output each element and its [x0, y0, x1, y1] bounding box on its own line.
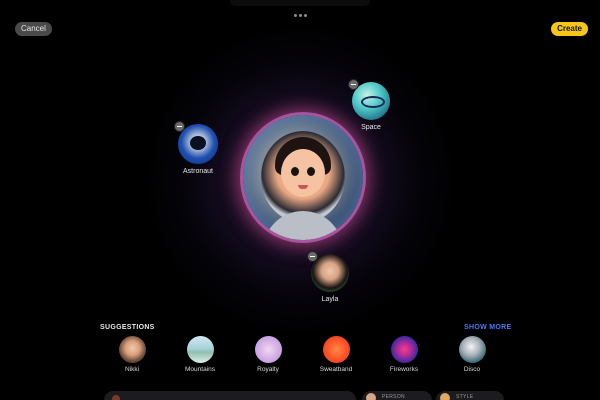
- style-selector[interactable]: STYLE: [436, 391, 504, 400]
- suggestion-fireworks[interactable]: Fireworks: [379, 336, 429, 373]
- suggestion-sweatband[interactable]: Sweatband: [311, 336, 361, 373]
- chip-label: Space: [361, 124, 381, 131]
- planet-icon: [348, 79, 390, 120]
- avatar: [366, 393, 376, 400]
- eye-graphic: [291, 167, 299, 176]
- chip-label: Astronaut: [183, 168, 213, 175]
- person-caption: PERSON: [382, 394, 405, 400]
- remove-icon[interactable]: [348, 79, 359, 90]
- create-button[interactable]: Create: [551, 22, 588, 36]
- suggestions-heading: SUGGESTIONS: [100, 324, 155, 331]
- suggestion-label: Nikki: [124, 366, 140, 373]
- mountains-icon: [186, 336, 214, 363]
- suggestion-label: Royalty: [257, 366, 279, 373]
- suggestion-label: Fireworks: [389, 366, 419, 373]
- crown-icon: [254, 336, 282, 363]
- chip-space[interactable]: Space: [348, 79, 390, 131]
- style-icon: [440, 393, 450, 400]
- suggestion-disco[interactable]: Disco: [447, 336, 497, 373]
- disco-ball-icon: [458, 336, 486, 363]
- show-more-link[interactable]: SHOW MORE: [464, 324, 511, 331]
- remove-icon[interactable]: [174, 121, 185, 132]
- chip-astronaut[interactable]: Astronaut: [174, 121, 218, 175]
- suggestion-label: Mountains: [185, 366, 215, 373]
- cancel-button[interactable]: Cancel: [15, 22, 52, 36]
- person-selector[interactable]: PERSON: [362, 391, 432, 400]
- sweatband-icon: [322, 336, 350, 363]
- chip-label: Layla: [321, 296, 339, 303]
- suggestion-nikki[interactable]: Nikki: [107, 336, 157, 373]
- prompt-input[interactable]: [104, 391, 356, 400]
- top-notch: [230, 0, 370, 6]
- suggestion-label: Disco: [463, 366, 481, 373]
- astronaut-icon: [174, 121, 218, 164]
- chip-layla[interactable]: Layla: [307, 251, 349, 303]
- suggestion-mountains[interactable]: Mountains: [175, 336, 225, 373]
- suggestion-royalty[interactable]: Royalty: [243, 336, 293, 373]
- suit-graphic: [263, 211, 343, 240]
- suggestion-label: Sweatband: [319, 366, 353, 373]
- prompt-icon: [112, 395, 120, 400]
- avatar: [118, 336, 146, 363]
- generated-image-bubble[interactable]: [243, 115, 363, 240]
- fireworks-icon: [390, 336, 418, 363]
- style-caption: STYLE: [456, 394, 474, 400]
- ellipsis-icon[interactable]: [294, 14, 307, 17]
- face-graphic: [281, 149, 325, 197]
- remove-icon[interactable]: [307, 251, 318, 262]
- avatar: [307, 251, 349, 292]
- eye-graphic: [307, 167, 315, 176]
